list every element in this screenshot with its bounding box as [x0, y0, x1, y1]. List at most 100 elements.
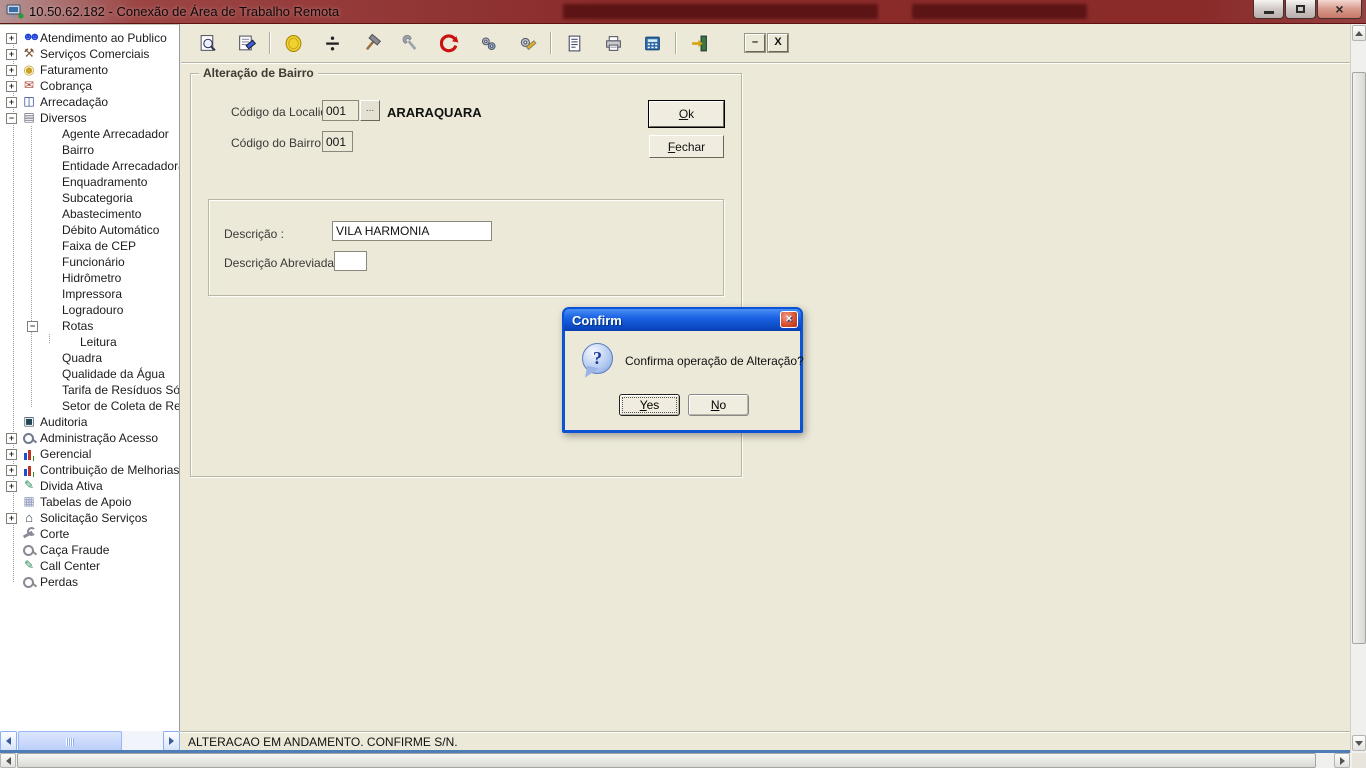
print-icon[interactable]	[601, 31, 625, 55]
tree-horizontal-scrollbar[interactable]	[0, 731, 180, 751]
tree-expander-plus-icon[interactable]: +	[6, 65, 17, 76]
fechar-button[interactable]: Fechar	[649, 135, 724, 158]
tree-item-abastecimento[interactable]: Abastecimento	[0, 206, 179, 222]
tree-item-solicita-o-servi-os[interactable]: +Solicitação Serviços	[0, 510, 179, 526]
localidade-input[interactable]	[322, 100, 359, 121]
close-button[interactable]: ×	[1317, 0, 1362, 19]
no-button[interactable]: No	[688, 394, 749, 416]
tree-item-leitura[interactable]: Leitura	[0, 334, 179, 350]
tree-item-qualidade-da-gua[interactable]: Qualidade da Água	[0, 366, 179, 382]
dialog-close-button[interactable]: ×	[780, 311, 798, 328]
scroll-right-button[interactable]	[1334, 753, 1350, 768]
tree-item-auditoria[interactable]: Auditoria	[0, 414, 179, 430]
properties-icon[interactable]	[234, 31, 258, 55]
tree-item-agente-arrecadador[interactable]: Agente Arrecadador	[0, 126, 179, 142]
confirm-dialog-titlebar[interactable]: Confirm ×	[564, 309, 801, 331]
tree-item-diversos[interactable]: −Diversos	[0, 110, 179, 126]
scroll-down-button[interactable]	[1352, 735, 1366, 751]
tree-expander-plus-icon[interactable]: +	[6, 433, 17, 444]
localidade-browse-button[interactable]: ...	[360, 100, 380, 121]
navigation-tree: +Atendimento ao Publico+Serviços Comerci…	[0, 30, 179, 590]
vertical-scrollbar-thumb[interactable]	[1352, 72, 1366, 644]
tree-item-rotas[interactable]: −Rotas	[0, 318, 179, 334]
tree-item-bairro[interactable]: Bairro	[0, 142, 179, 158]
tree-item-administra-o-acesso[interactable]: +Administração Acesso	[0, 430, 179, 446]
restore-button[interactable]	[1285, 0, 1316, 19]
tree-item-quadra[interactable]: Quadra	[0, 350, 179, 366]
rdp-horizontal-scrollbar[interactable]	[0, 753, 1352, 768]
tree-item-funcion-rio[interactable]: Funcionário	[0, 254, 179, 270]
tree-expander-plus-icon[interactable]: +	[6, 97, 17, 108]
tree-item-faturamento[interactable]: +Faturamento	[0, 62, 179, 78]
scroll-left-button[interactable]	[0, 731, 17, 751]
scroll-right-button[interactable]	[163, 731, 180, 751]
wrench-icon[interactable]	[398, 31, 422, 55]
gear-edit-icon[interactable]	[515, 31, 539, 55]
tree-item-d-bito-autom-tico[interactable]: Débito Automático	[0, 222, 179, 238]
tree-expander-plus-icon[interactable]: +	[6, 33, 17, 44]
report-icon[interactable]	[562, 31, 586, 55]
tree-item-atendimento-ao-publico[interactable]: +Atendimento ao Publico	[0, 30, 179, 46]
tree-item-subcategoria[interactable]: Subcategoria	[0, 190, 179, 206]
descricao-input[interactable]	[332, 221, 492, 241]
tree-scrollbar-thumb[interactable]	[18, 731, 122, 751]
wrench-icon	[21, 527, 37, 541]
tree-expander-plus-icon[interactable]: +	[6, 449, 17, 460]
tree-expander-plus-icon[interactable]: +	[6, 481, 17, 492]
close-icon: ×	[786, 313, 792, 325]
tree-item-ca-a-fraude[interactable]: Caça Fraude	[0, 542, 179, 558]
mag-icon	[21, 575, 37, 589]
tree-item-impressora[interactable]: Impressora	[0, 286, 179, 302]
mdi-close-button[interactable]: X	[768, 34, 788, 52]
tree-expander-minus-icon[interactable]: −	[27, 321, 38, 332]
yes-button[interactable]: Yes	[619, 394, 680, 416]
scroll-up-button[interactable]	[1352, 25, 1366, 41]
tree-item-corte[interactable]: Corte	[0, 526, 179, 542]
tree-expander-plus-icon[interactable]: +	[6, 49, 17, 60]
hammer-icon[interactable]	[359, 31, 383, 55]
tree-expander-minus-icon[interactable]: −	[6, 113, 17, 124]
tree-expander-plus-icon[interactable]: +	[6, 465, 17, 476]
ok-button[interactable]: Ok	[649, 101, 724, 127]
tree-item-tarifa-de-res-duos-s-lid[interactable]: Tarifa de Resíduos Sólid	[0, 382, 179, 398]
tree-item-faixa-de-cep[interactable]: Faixa de CEP	[0, 238, 179, 254]
rdp-titlebar[interactable]: 10.50.62.182 - Conexão de Área de Trabal…	[0, 0, 1366, 24]
tree-item-enquadramento[interactable]: Enquadramento	[0, 174, 179, 190]
tree-item-servi-os-comerciais[interactable]: +Serviços Comerciais	[0, 46, 179, 62]
horizontal-scrollbar-thumb[interactable]	[17, 753, 1316, 768]
tree-expander-plus-icon[interactable]: +	[6, 81, 17, 92]
tree-item-label: Funcionário	[62, 255, 125, 269]
tree-item-divida-ativa[interactable]: +Divida Ativa	[0, 478, 179, 494]
rdp-vertical-scrollbar[interactable]	[1350, 24, 1366, 753]
tree-item-tabelas-de-apoio[interactable]: Tabelas de Apoio	[0, 494, 179, 510]
tree-item-entidade-arrecadadora[interactable]: Entidade Arrecadadora	[0, 158, 179, 174]
cancel-icon[interactable]	[437, 31, 461, 55]
confirm-message: Confirma operação de Alteração?	[625, 354, 804, 368]
navigation-tree-panel: +Atendimento ao Publico+Serviços Comerci…	[0, 24, 180, 731]
redacted-text-block	[912, 4, 1087, 19]
coin-icon[interactable]	[281, 31, 305, 55]
tree-item-contribui-o-de-melhorias[interactable]: +Contribuição de Melhorias	[0, 462, 179, 478]
calculator-icon[interactable]	[640, 31, 664, 55]
scroll-left-button[interactable]	[0, 753, 16, 768]
mdi-minimize-button[interactable]: –	[745, 34, 765, 52]
tree-item-hidr-metro[interactable]: Hidrômetro	[0, 270, 179, 286]
tree-item-label: Gerencial	[40, 447, 91, 461]
tree-item-label: Débito Automático	[62, 223, 159, 237]
tree-item-perdas[interactable]: Perdas	[0, 574, 179, 590]
tree-item-logradouro[interactable]: Logradouro	[0, 302, 179, 318]
preview-icon[interactable]	[195, 31, 219, 55]
descricao-abreviada-input[interactable]	[334, 251, 367, 271]
tree-item-arrecada-o[interactable]: +Arrecadação	[0, 94, 179, 110]
minimize-button[interactable]	[1253, 0, 1284, 19]
bairro-input[interactable]	[322, 131, 353, 152]
divide-icon[interactable]	[320, 31, 344, 55]
exit-icon[interactable]	[687, 31, 711, 55]
tree-item-call-center[interactable]: Call Center	[0, 558, 179, 574]
yes-button-label: Yes	[640, 398, 660, 412]
tree-expander-plus-icon[interactable]: +	[6, 513, 17, 524]
tree-item-cobran-a[interactable]: +Cobrança	[0, 78, 179, 94]
tree-item-setor-de-coleta-de-res[interactable]: Setor de Coleta de Resí	[0, 398, 179, 414]
tree-item-gerencial[interactable]: + Gerencial	[0, 446, 179, 462]
gears-icon[interactable]	[476, 31, 500, 55]
